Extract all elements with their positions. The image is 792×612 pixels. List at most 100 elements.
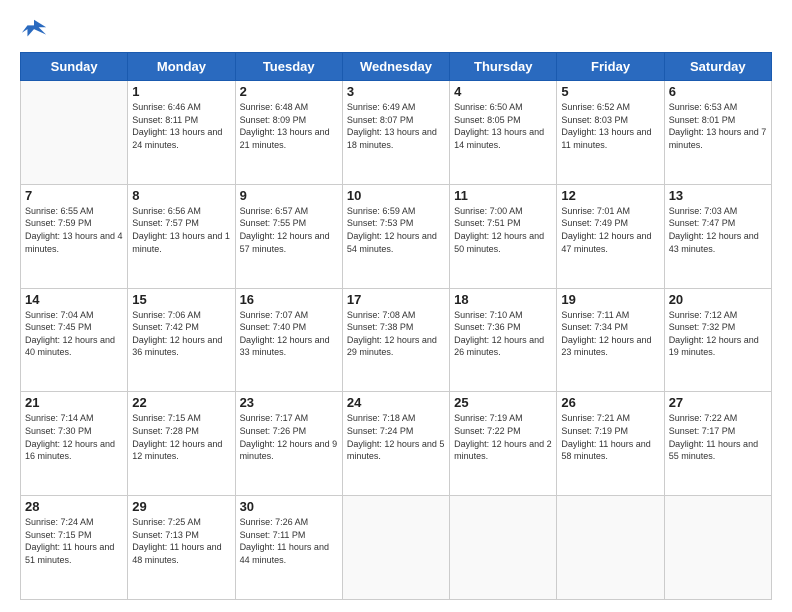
day-number: 25 — [454, 395, 552, 410]
day-info: Sunrise: 6:50 AM Sunset: 8:05 PM Dayligh… — [454, 101, 552, 151]
weekday-header-tuesday: Tuesday — [235, 53, 342, 81]
calendar-cell: 2Sunrise: 6:48 AM Sunset: 8:09 PM Daylig… — [235, 81, 342, 185]
calendar-cell — [450, 496, 557, 600]
calendar-cell: 22 Sunrise: 7:15 AM Sunset: 7:28 PM Dayli… — [128, 392, 235, 496]
day-number: 1 — [132, 84, 230, 99]
calendar-cell: 20 Sunrise: 7:12 AM Sunset: 7:32 PM Dayli… — [664, 288, 771, 392]
calendar-cell: 15 Sunrise: 7:06 AM Sunset: 7:42 PM Dayli… — [128, 288, 235, 392]
calendar-cell: 30Sunrise: 7:26 AM Sunset: 7:11 PM Dayli… — [235, 496, 342, 600]
day-info: Sunrise: 7:14 AM Sunset: 7:30 PM Dayligh… — [25, 412, 123, 462]
calendar-cell: 26 Sunrise: 7:21 AM Sunset: 7:19 PM Dayli… — [557, 392, 664, 496]
calendar-cell: 1 Sunrise: 6:46 AM Sunset: 8:11 PM Daylig… — [128, 81, 235, 185]
calendar-cell — [342, 496, 449, 600]
day-info: Sunrise: 6:59 AM Sunset: 7:53 PM Dayligh… — [347, 205, 445, 255]
day-number: 18 — [454, 292, 552, 307]
day-info: Sunrise: 7:15 AM Sunset: 7:28 PM Dayligh… — [132, 412, 230, 462]
day-number: 3 — [347, 84, 445, 99]
calendar-header: SundayMondayTuesdayWednesdayThursdayFrid… — [21, 53, 772, 81]
day-number: 13 — [669, 188, 767, 203]
logo — [20, 16, 52, 44]
day-number: 5 — [561, 84, 659, 99]
day-number: 15 — [132, 292, 230, 307]
weekday-header-saturday: Saturday — [664, 53, 771, 81]
day-number: 27 — [669, 395, 767, 410]
day-number: 4 — [454, 84, 552, 99]
day-info: Sunrise: 7:18 AM Sunset: 7:24 PM Dayligh… — [347, 412, 445, 462]
day-info: Sunrise: 7:11 AM Sunset: 7:34 PM Dayligh… — [561, 309, 659, 359]
day-info: Sunrise: 6:56 AM Sunset: 7:57 PM Dayligh… — [132, 205, 230, 255]
calendar-body: 1 Sunrise: 6:46 AM Sunset: 8:11 PM Daylig… — [21, 81, 772, 600]
day-info: Sunrise: 7:06 AM Sunset: 7:42 PM Dayligh… — [132, 309, 230, 359]
calendar-cell: 14 Sunrise: 7:04 AM Sunset: 7:45 PM Dayli… — [21, 288, 128, 392]
weekday-header-thursday: Thursday — [450, 53, 557, 81]
header — [20, 16, 772, 44]
calendar-cell: 17 Sunrise: 7:08 AM Sunset: 7:38 PM Dayli… — [342, 288, 449, 392]
day-number: 14 — [25, 292, 123, 307]
day-number: 20 — [669, 292, 767, 307]
day-number: 17 — [347, 292, 445, 307]
calendar-cell: 27 Sunrise: 7:22 AM Sunset: 7:17 PM Dayli… — [664, 392, 771, 496]
day-info: Sunrise: 7:17 AM Sunset: 7:26 PM Dayligh… — [240, 412, 338, 462]
calendar-cell: 24 Sunrise: 7:18 AM Sunset: 7:24 PM Dayli… — [342, 392, 449, 496]
day-info: Sunrise: 7:21 AM Sunset: 7:19 PM Dayligh… — [561, 412, 659, 462]
day-number: 29 — [132, 499, 230, 514]
day-info: Sunrise: 7:01 AM Sunset: 7:49 PM Dayligh… — [561, 205, 659, 255]
calendar-cell: 18 Sunrise: 7:10 AM Sunset: 7:36 PM Dayli… — [450, 288, 557, 392]
calendar-cell: 8 Sunrise: 6:56 AM Sunset: 7:57 PM Daylig… — [128, 184, 235, 288]
calendar-cell: 23 Sunrise: 7:17 AM Sunset: 7:26 PM Dayli… — [235, 392, 342, 496]
week-row-1: 1 Sunrise: 6:46 AM Sunset: 8:11 PM Daylig… — [21, 81, 772, 185]
calendar-cell — [21, 81, 128, 185]
day-info: Sunrise: 7:22 AM Sunset: 7:17 PM Dayligh… — [669, 412, 767, 462]
day-info: Sunrise: 7:25 AM Sunset: 7:13 PM Dayligh… — [132, 516, 230, 566]
day-number: 21 — [25, 395, 123, 410]
calendar-cell: 13 Sunrise: 7:03 AM Sunset: 7:47 PM Dayli… — [664, 184, 771, 288]
calendar-cell: 19 Sunrise: 7:11 AM Sunset: 7:34 PM Dayli… — [557, 288, 664, 392]
calendar-cell: 28 Sunrise: 7:24 AM Sunset: 7:15 PM Dayli… — [21, 496, 128, 600]
day-number: 22 — [132, 395, 230, 410]
week-row-3: 14 Sunrise: 7:04 AM Sunset: 7:45 PM Dayli… — [21, 288, 772, 392]
day-info: Sunrise: 7:12 AM Sunset: 7:32 PM Dayligh… — [669, 309, 767, 359]
day-number: 24 — [347, 395, 445, 410]
day-info: Sunrise: 6:57 AM Sunset: 7:55 PM Dayligh… — [240, 205, 338, 255]
week-row-4: 21 Sunrise: 7:14 AM Sunset: 7:30 PM Dayli… — [21, 392, 772, 496]
day-info: Sunrise: 7:19 AM Sunset: 7:22 PM Dayligh… — [454, 412, 552, 462]
calendar-cell: 12Sunrise: 7:01 AM Sunset: 7:49 PM Dayli… — [557, 184, 664, 288]
day-number: 9 — [240, 188, 338, 203]
day-number: 11 — [454, 188, 552, 203]
calendar-cell — [664, 496, 771, 600]
day-info: Sunrise: 6:46 AM Sunset: 8:11 PM Dayligh… — [132, 101, 230, 151]
day-number: 10 — [347, 188, 445, 203]
calendar-cell: 16Sunrise: 7:07 AM Sunset: 7:40 PM Dayli… — [235, 288, 342, 392]
weekday-header-friday: Friday — [557, 53, 664, 81]
weekday-header-sunday: Sunday — [21, 53, 128, 81]
calendar-cell: 7Sunrise: 6:55 AM Sunset: 7:59 PM Daylig… — [21, 184, 128, 288]
day-info: Sunrise: 7:24 AM Sunset: 7:15 PM Dayligh… — [25, 516, 123, 566]
weekday-row: SundayMondayTuesdayWednesdayThursdayFrid… — [21, 53, 772, 81]
day-info: Sunrise: 7:00 AM Sunset: 7:51 PM Dayligh… — [454, 205, 552, 255]
day-number: 19 — [561, 292, 659, 307]
calendar-cell: 5 Sunrise: 6:52 AM Sunset: 8:03 PM Daylig… — [557, 81, 664, 185]
day-number: 26 — [561, 395, 659, 410]
calendar-cell — [557, 496, 664, 600]
weekday-header-wednesday: Wednesday — [342, 53, 449, 81]
calendar-cell: 10 Sunrise: 6:59 AM Sunset: 7:53 PM Dayli… — [342, 184, 449, 288]
day-info: Sunrise: 7:08 AM Sunset: 7:38 PM Dayligh… — [347, 309, 445, 359]
day-info: Sunrise: 6:52 AM Sunset: 8:03 PM Dayligh… — [561, 101, 659, 151]
calendar-cell: 9 Sunrise: 6:57 AM Sunset: 7:55 PM Daylig… — [235, 184, 342, 288]
day-info: Sunrise: 6:49 AM Sunset: 8:07 PM Dayligh… — [347, 101, 445, 151]
weekday-header-monday: Monday — [128, 53, 235, 81]
calendar-cell: 25 Sunrise: 7:19 AM Sunset: 7:22 PM Dayli… — [450, 392, 557, 496]
calendar-cell: 29 Sunrise: 7:25 AM Sunset: 7:13 PM Dayli… — [128, 496, 235, 600]
calendar-cell: 21 Sunrise: 7:14 AM Sunset: 7:30 PM Dayli… — [21, 392, 128, 496]
day-info: Sunrise: 7:04 AM Sunset: 7:45 PM Dayligh… — [25, 309, 123, 359]
day-number: 2 — [240, 84, 338, 99]
day-number: 23 — [240, 395, 338, 410]
page: SundayMondayTuesdayWednesdayThursdayFrid… — [0, 0, 792, 612]
week-row-2: 7Sunrise: 6:55 AM Sunset: 7:59 PM Daylig… — [21, 184, 772, 288]
calendar-cell: 3 Sunrise: 6:49 AM Sunset: 8:07 PM Daylig… — [342, 81, 449, 185]
day-info: Sunrise: 7:10 AM Sunset: 7:36 PM Dayligh… — [454, 309, 552, 359]
day-info: Sunrise: 7:03 AM Sunset: 7:47 PM Dayligh… — [669, 205, 767, 255]
day-number: 28 — [25, 499, 123, 514]
day-number: 8 — [132, 188, 230, 203]
calendar-cell: 11 Sunrise: 7:00 AM Sunset: 7:51 PM Dayli… — [450, 184, 557, 288]
